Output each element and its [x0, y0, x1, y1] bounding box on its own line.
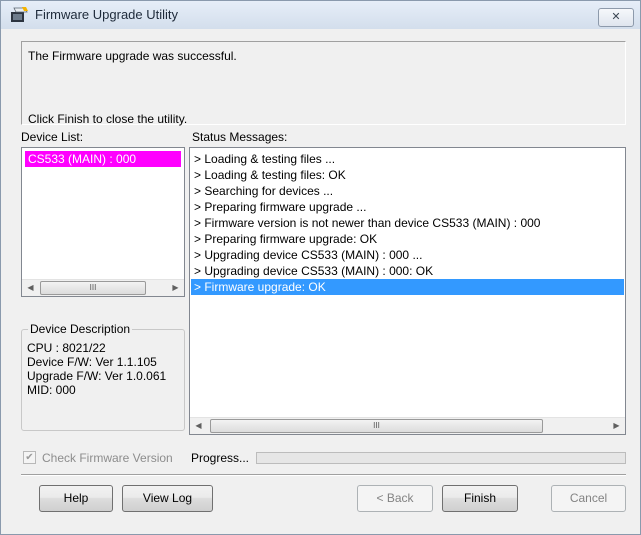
status-scrollbar[interactable]: ◀ III ▶ — [190, 417, 625, 434]
firmware-upgrade-window: Firmware Upgrade Utility ✕ The Firmware … — [0, 0, 641, 535]
device-list-item[interactable]: CS533 (MAIN) : 000 — [25, 151, 181, 167]
help-button[interactable]: Help — [39, 485, 113, 512]
separator — [21, 474, 626, 476]
cancel-button[interactable]: Cancel — [551, 485, 626, 512]
check-firmware-label: Check Firmware Version — [42, 451, 173, 465]
finish-button[interactable]: Finish — [442, 485, 518, 512]
device-fw-info: Device F/W: Ver 1.1.105 — [27, 355, 157, 369]
progress-label: Progress... — [191, 451, 250, 465]
status-message-row[interactable]: > Preparing firmware upgrade: OK — [191, 231, 624, 247]
scroll-right-icon[interactable]: ▶ — [167, 280, 184, 296]
device-description-group: Device Description CPU : 8021/22 Device … — [21, 322, 185, 431]
status-message-row[interactable]: > Firmware upgrade: OK — [191, 279, 624, 295]
close-button[interactable]: ✕ — [598, 8, 634, 27]
device-list[interactable]: CS533 (MAIN) : 000 ◀ III ▶ — [21, 147, 185, 297]
scroll-right-icon[interactable]: ▶ — [608, 418, 625, 434]
view-log-button[interactable]: View Log — [122, 485, 213, 512]
device-list-scrollbar[interactable]: ◀ III ▶ — [22, 279, 184, 296]
scroll-left-icon[interactable]: ◀ — [190, 418, 207, 434]
success-message: The Firmware upgrade was successful. — [28, 49, 237, 63]
status-message-row[interactable]: > Searching for devices ... — [191, 183, 624, 199]
status-message-row[interactable]: > Loading & testing files: OK — [191, 167, 624, 183]
mid-info: MID: 000 — [27, 383, 76, 397]
upgrade-fw-info: Upgrade F/W: Ver 1.0.061 — [27, 369, 167, 383]
status-message-row[interactable]: > Upgrading device CS533 (MAIN) : 000: O… — [191, 263, 624, 279]
status-message-row[interactable]: > Upgrading device CS533 (MAIN) : 000 ..… — [191, 247, 624, 263]
title-bar[interactable]: Firmware Upgrade Utility ✕ — [1, 1, 640, 29]
window-title: Firmware Upgrade Utility — [35, 7, 179, 22]
app-icon — [11, 7, 28, 22]
check-firmware-checkbox[interactable]: ✔ — [23, 451, 36, 464]
status-message-row[interactable]: > Loading & testing files ... — [191, 151, 624, 167]
scroll-thumb[interactable]: III — [40, 281, 146, 295]
back-button[interactable]: < Back — [357, 485, 433, 512]
device-description-legend: Device Description — [28, 322, 133, 336]
scroll-left-icon[interactable]: ◀ — [22, 280, 39, 296]
instruction-message: Click Finish to close the utility. — [28, 112, 188, 126]
device-list-label: Device List: — [21, 130, 84, 144]
cpu-info: CPU : 8021/22 — [27, 341, 106, 355]
status-message-row[interactable]: > Preparing firmware upgrade ... — [191, 199, 624, 215]
result-message-panel: The Firmware upgrade was successful. Cli… — [21, 41, 626, 126]
checkmark-icon: ✔ — [25, 452, 34, 463]
scroll-thumb[interactable]: III — [210, 419, 543, 433]
progress-bar — [256, 452, 626, 464]
status-messages-list[interactable]: > Loading & testing files ... > Loading &… — [189, 147, 626, 435]
close-icon: ✕ — [611, 11, 621, 23]
status-messages-label: Status Messages: — [192, 130, 288, 144]
status-message-row[interactable]: > Firmware version is not newer than dev… — [191, 215, 624, 231]
